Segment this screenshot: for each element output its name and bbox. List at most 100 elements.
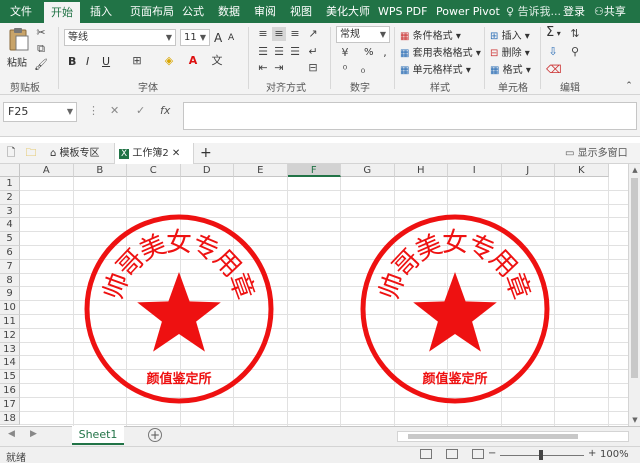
close-icon[interactable]: ✕ [172, 148, 180, 159]
shrink-font-button[interactable]: A [228, 33, 234, 43]
fill-icon[interactable]: ⇩ [546, 45, 560, 59]
increase-decimal-icon[interactable]: ⁰ [338, 63, 352, 77]
column-header[interactable]: I [448, 164, 502, 177]
zoom-slider-knob[interactable] [539, 450, 543, 460]
tab-data[interactable]: 数据 [214, 0, 244, 23]
align-bottom-icon[interactable]: ≡ [288, 27, 302, 41]
find-icon[interactable]: ⚲ [568, 45, 582, 59]
row-header[interactable]: 17 [0, 397, 20, 412]
add-tab-button[interactable]: + [200, 143, 214, 164]
select-all-corner[interactable] [0, 164, 20, 177]
next-sheet-icon[interactable]: ▶ [30, 429, 37, 439]
tab-beautify[interactable]: 美化大师 [324, 0, 372, 23]
column-header[interactable]: A [20, 164, 74, 177]
orientation-icon[interactable]: ↗ [306, 27, 320, 41]
enter-icon[interactable]: ✓ [136, 104, 145, 117]
column-header[interactable]: H [394, 164, 448, 177]
show-multi-window-button[interactable]: ▭ 显示多窗口 [565, 143, 628, 164]
wrap-text-icon[interactable]: ↵ [306, 45, 320, 59]
tab-view[interactable]: 视图 [286, 0, 316, 23]
zoom-level[interactable]: 100% [600, 449, 629, 460]
clear-icon[interactable]: ⌫ [546, 63, 562, 77]
row-header[interactable]: 7 [0, 259, 20, 274]
tab-file[interactable]: 文件 [2, 0, 40, 23]
phonetic-icon[interactable]: 文 [210, 54, 224, 68]
row-header[interactable]: 2 [0, 190, 20, 205]
tab-insert[interactable]: 插入 [84, 0, 118, 23]
row-header[interactable]: 12 [0, 328, 20, 343]
row-header[interactable]: 1 [0, 177, 20, 191]
row-header[interactable]: 6 [0, 246, 20, 260]
zoom-in-icon[interactable]: + [588, 448, 596, 459]
align-top-icon[interactable]: ≡ [256, 27, 270, 41]
prev-sheet-icon[interactable]: ◀ [8, 429, 15, 439]
decrease-decimal-icon[interactable]: ₀ [356, 63, 370, 77]
cell-styles-button[interactable]: ▦ 单元格样式 ▾ [400, 61, 471, 76]
scroll-down-icon[interactable]: ▼ [629, 414, 640, 426]
page-break-view-icon[interactable] [472, 449, 484, 459]
scroll-up-icon[interactable]: ▲ [629, 164, 640, 176]
delete-cells-button[interactable]: ⊟ 删除 ▾ [490, 44, 530, 59]
format-as-table-button[interactable]: ▦ 套用表格格式 ▾ [400, 44, 481, 59]
sheet-tab[interactable]: Sheet1 [72, 426, 124, 445]
tab-power-pivot[interactable]: Power Pivot [436, 0, 500, 23]
format-painter-icon[interactable]: 🖌 [34, 58, 48, 72]
row-header[interactable]: 3 [0, 204, 20, 219]
paste-button[interactable]: 粘贴 [6, 27, 30, 73]
font-color-icon[interactable]: A [186, 54, 200, 68]
bold-button[interactable]: B [68, 55, 76, 68]
row-header[interactable]: 16 [0, 384, 20, 398]
column-header[interactable]: G [341, 164, 395, 177]
number-format-select[interactable]: 常规 ▼ [336, 26, 390, 43]
align-left-icon[interactable]: ☰ [256, 45, 270, 59]
name-box[interactable]: F25 ▼ [3, 102, 77, 122]
tab-wps-pdf[interactable]: WPS PDF [378, 0, 427, 23]
tab-template-zone[interactable]: ⌂ 模板专区 [46, 143, 108, 164]
fill-color-icon[interactable]: ◈ [162, 54, 176, 68]
italic-button[interactable]: I [86, 55, 89, 68]
percent-button[interactable]: % [364, 47, 374, 58]
tab-page-layout[interactable]: 页面布局 [124, 0, 180, 23]
underline-button[interactable]: U [102, 55, 110, 68]
column-header[interactable]: B [73, 164, 127, 177]
font-size-select[interactable]: 11 ▼ [180, 29, 210, 46]
format-cells-button[interactable]: ▦ 格式 ▾ [490, 61, 531, 76]
row-header[interactable]: 18 [0, 411, 20, 426]
currency-icon[interactable]: ¥ [338, 46, 352, 60]
tab-workbook[interactable]: X 工作簿2 ✕ [114, 143, 194, 164]
column-header[interactable]: J [501, 164, 555, 177]
column-header[interactable]: F [287, 164, 341, 177]
conditional-formatting-button[interactable]: ▦ 条件格式 ▾ [400, 27, 461, 42]
folder-icon[interactable]: 🗀 [24, 146, 38, 160]
autosum-button[interactable]: Σ ▾ [546, 25, 561, 40]
sort-filter-icon[interactable]: ⇅ [568, 27, 582, 41]
font-name-select[interactable]: 等线 ▼ [64, 29, 176, 46]
row-header[interactable]: 15 [0, 370, 20, 384]
vertical-scrollbar[interactable]: ▲ ▼ [628, 164, 640, 426]
cancel-icon[interactable]: ✕ [110, 104, 119, 117]
align-middle-icon[interactable]: ≡ [272, 27, 286, 41]
row-header[interactable]: 4 [0, 218, 20, 233]
horizontal-scrollbar[interactable] [397, 431, 629, 442]
zoom-out-icon[interactable]: − [488, 448, 496, 459]
column-header[interactable]: K [555, 164, 609, 177]
formula-input[interactable] [183, 102, 637, 130]
increase-indent-icon[interactable]: ⇥ [272, 61, 286, 75]
column-header[interactable]: C [127, 164, 181, 177]
align-right-icon[interactable]: ☰ [288, 45, 302, 59]
row-header[interactable]: 13 [0, 342, 20, 357]
column-header[interactable]: E [234, 164, 288, 177]
normal-view-icon[interactable] [420, 449, 432, 459]
share-button[interactable]: ⚇共享 [594, 0, 626, 23]
tell-me-box[interactable]: ♀ 告诉我... [506, 0, 561, 23]
tab-home[interactable]: 开始 [44, 2, 80, 23]
row-header[interactable]: 10 [0, 301, 20, 315]
grow-font-button[interactable]: A [214, 31, 222, 45]
tab-formulas[interactable]: 公式 [178, 0, 208, 23]
row-header[interactable]: 5 [0, 232, 20, 246]
copy-icon[interactable]: ⧉ [34, 42, 48, 56]
scroll-thumb[interactable] [408, 434, 578, 439]
page-layout-view-icon[interactable] [446, 449, 458, 459]
row-header[interactable]: 8 [0, 273, 20, 288]
new-document-icon[interactable]: 🗋 [4, 146, 18, 160]
